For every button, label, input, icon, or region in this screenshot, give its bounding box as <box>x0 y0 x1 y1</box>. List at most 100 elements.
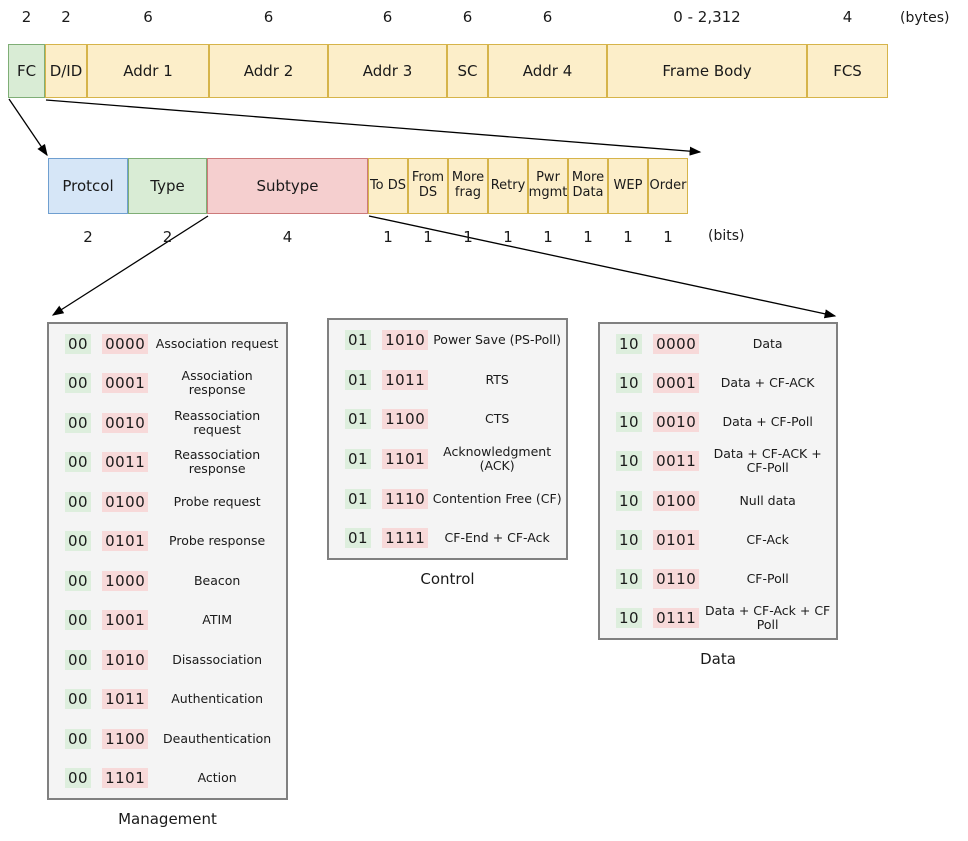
type-bits: 01 <box>345 448 372 469</box>
mac-frame-cell: Addr 2 <box>209 44 328 98</box>
type-bits: 01 <box>345 369 372 390</box>
subtype-bits: 1111 <box>382 528 429 549</box>
subtype-bits: 1110 <box>382 488 429 509</box>
subtype-box: 01 1010 Power Save (PS-Poll) 01 1011 RTS 01 110… <box>327 318 568 560</box>
bits-unit-label: (bits) <box>708 228 745 244</box>
subtype-description: Acknowledgment (ACK) <box>443 443 552 473</box>
type-bits: 10 <box>616 333 643 354</box>
subtype-bits: 0000 <box>102 333 149 354</box>
type-bits: 00 <box>65 610 92 631</box>
subtype-row: 01 1101 Acknowledgment (ACK) <box>329 443 566 473</box>
frame-control-cell: From DS <box>408 158 448 214</box>
subtype-description: Authentication <box>171 691 264 707</box>
arrow-fc-to-framecontrol-left <box>8 98 48 157</box>
subtype-row: 10 0010 Data + CF-Poll <box>600 410 836 434</box>
frame-control-size-label: 4 <box>282 228 293 246</box>
subtype-bits: 0011 <box>102 452 149 473</box>
frame-control-cell: Protcol <box>48 158 128 214</box>
mac-frame-size-label: 2 <box>21 8 32 26</box>
subtype-box-caption: Control <box>420 570 475 588</box>
subtype-row: 01 1100 CTS <box>329 407 566 431</box>
mac-frame-cell: Addr 1 <box>87 44 209 98</box>
frame-control-cell: Order <box>648 158 688 214</box>
subtype-description: Data + CF-ACK <box>720 374 815 390</box>
type-bits: 01 <box>345 329 372 350</box>
subtype-bits: 0100 <box>653 490 700 511</box>
mac-frame-size-label: 6 <box>462 8 473 26</box>
frame-control-cell: Type <box>128 158 207 214</box>
subtype-description: Beacon <box>193 572 241 588</box>
subtype-row: 00 0010 Reassociation request <box>49 408 286 436</box>
subtype-bits: 1001 <box>102 610 149 631</box>
subtype-bits: 1101 <box>102 768 149 789</box>
frame-control-size-label: 1 <box>583 228 593 246</box>
subtype-bits: 1011 <box>382 369 429 390</box>
subtype-row: 10 0100 Null data <box>600 489 836 513</box>
subtype-row: 10 0101 CF-Ack <box>600 528 836 552</box>
subtype-row: 00 1000 Beacon <box>49 569 286 593</box>
type-bits: 00 <box>65 412 92 433</box>
subtype-bits: 0110 <box>653 569 700 590</box>
subtype-description: ATIM <box>202 612 232 628</box>
bytes-unit-label: (bytes) <box>900 10 950 26</box>
frame-control-size-label: 2 <box>162 228 173 246</box>
subtype-description: Data + CF-Poll <box>722 414 813 430</box>
frame-control-size-label: 1 <box>383 228 393 246</box>
subtype-bits: 0111 <box>653 608 700 629</box>
type-bits: 00 <box>65 373 92 394</box>
subtype-box: 00 0000 Association request 00 0001 Associati… <box>47 322 288 800</box>
subtype-row: 01 1010 Power Save (PS-Poll) <box>329 328 566 352</box>
frame-control-size-label: 1 <box>623 228 633 246</box>
subtype-bits: 1000 <box>102 570 149 591</box>
subtype-bits: 0000 <box>653 333 700 354</box>
arrow-fc-to-framecontrol-right <box>45 99 702 156</box>
type-bits: 00 <box>65 531 92 552</box>
type-bits: 10 <box>616 529 643 550</box>
frame-control-cell: More frag <box>448 158 488 214</box>
subtype-row: 00 0011 Reassociation response <box>49 447 286 477</box>
subtype-description: Deauthentication <box>163 730 272 746</box>
subtype-bits: 1010 <box>382 329 429 350</box>
subtype-row: 10 0001 Data + CF-ACK <box>600 371 836 395</box>
subtype-row: 01 1111 CF-End + CF-Ack <box>329 526 566 550</box>
subtype-box-caption: Data <box>700 650 736 668</box>
subtype-description: CF-Poll <box>746 571 789 587</box>
type-bits: 10 <box>616 412 643 433</box>
frame-control-cell: WEP <box>608 158 648 214</box>
frame-control-cell: To DS <box>368 158 408 214</box>
mac-frame-cell: Frame Body <box>607 44 807 98</box>
frame-control-size-label: 1 <box>663 228 673 246</box>
type-bits: 00 <box>65 333 92 354</box>
type-bits: 01 <box>345 409 372 430</box>
subtype-bits: 1101 <box>382 448 429 469</box>
frame-control-size-label: 1 <box>463 228 473 246</box>
mac-frame-cell: FC <box>8 44 45 98</box>
mac-frame-cell: Addr 4 <box>488 44 607 98</box>
mac-frame-cell: D/ID <box>45 44 87 98</box>
subtype-description: Action <box>197 770 237 786</box>
subtype-row: 00 0100 Probe request <box>49 490 286 514</box>
type-bits: 00 <box>65 570 92 591</box>
type-bits: 00 <box>65 728 92 749</box>
frame-control-cell: More Data <box>568 158 608 214</box>
type-bits: 00 <box>65 689 92 710</box>
subtype-bits: 1100 <box>382 409 429 430</box>
subtype-description: Probe request <box>173 493 261 509</box>
mac-frame-size-label: 6 <box>263 8 274 26</box>
subtype-description: Power Save (PS-Poll) <box>433 331 562 347</box>
subtype-description: Data + CF-ACK + CF-Poll <box>713 446 822 476</box>
subtype-row: 00 0101 Probe response <box>49 529 286 553</box>
type-bits: 01 <box>345 488 372 509</box>
frame-control-cell: Retry <box>488 158 528 214</box>
subtype-row: 10 0111 Data + CF-Ack + CF Poll <box>600 604 836 632</box>
subtype-description: CF-Ack <box>746 531 789 547</box>
subtype-description: Contention Free (CF) <box>432 490 562 506</box>
mac-frame-size-label: 4 <box>842 8 853 26</box>
subtype-row: 00 1001 ATIM <box>49 608 286 632</box>
subtype-description: Data <box>752 335 783 351</box>
subtype-description: Disassociation <box>172 651 263 667</box>
subtype-description: Reassociation response <box>174 447 261 477</box>
subtype-description: Association request <box>155 335 279 351</box>
subtype-bits: 1010 <box>102 649 149 670</box>
type-bits: 00 <box>65 452 92 473</box>
